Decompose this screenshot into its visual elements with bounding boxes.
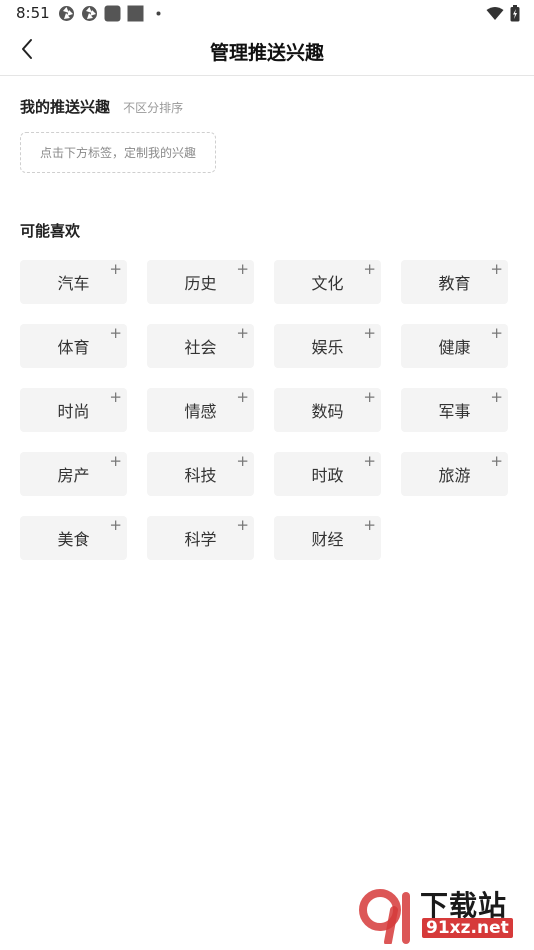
tag-item[interactable]: 财经 +: [274, 516, 381, 560]
tag-item[interactable]: 科学 +: [147, 516, 254, 560]
tag-label: 体育: [57, 338, 90, 357]
tag-item[interactable]: 美食 +: [20, 516, 127, 560]
add-icon: +: [490, 324, 503, 342]
add-icon: +: [490, 452, 503, 470]
add-icon: +: [236, 388, 249, 406]
notification-icons: [58, 5, 167, 22]
battery-icon: [510, 5, 520, 26]
add-icon: +: [109, 388, 122, 406]
add-icon: +: [236, 516, 249, 534]
tag-item[interactable]: 数码 +: [274, 388, 381, 432]
tag-item[interactable]: 汽车 +: [20, 260, 127, 304]
tag-label: 科学: [184, 530, 217, 549]
watermark-logo-icon: [358, 888, 420, 946]
aperture-icon: [81, 5, 98, 22]
add-icon: +: [363, 260, 376, 278]
header: 管理推送兴趣: [0, 28, 534, 76]
aperture-icon: [58, 5, 75, 22]
add-icon: +: [236, 452, 249, 470]
suggestion-tag-grid: 汽车 + 历史 + 文化 + 教育 + 体育 + 社会 + 娱乐 + 健康 + 时尚 + 情感 + …: [20, 260, 510, 560]
tag-label: 旅游: [438, 466, 471, 485]
tag-item[interactable]: 时政 +: [274, 452, 381, 496]
add-icon: +: [363, 388, 376, 406]
watermark: 下载站 91xz.net: [358, 884, 530, 946]
status-time: 8:51: [16, 4, 50, 22]
tag-item[interactable]: 体育 +: [20, 324, 127, 368]
tag-item[interactable]: 娱乐 +: [274, 324, 381, 368]
status-bar: 8:51: [0, 0, 534, 28]
add-icon: +: [363, 452, 376, 470]
page-title: 管理推送兴趣: [209, 42, 324, 64]
wifi-icon: [486, 6, 504, 25]
tag-label: 时政: [311, 466, 344, 485]
add-icon: +: [236, 260, 249, 278]
add-icon: +: [109, 516, 122, 534]
tag-item[interactable]: 文化 +: [274, 260, 381, 304]
tag-label: 情感: [184, 402, 217, 421]
tag-item[interactable]: 军事 +: [401, 388, 508, 432]
tag-label: 房产: [57, 466, 90, 485]
add-icon: +: [109, 260, 122, 278]
tag-label: 财经: [311, 530, 344, 549]
add-icon: +: [109, 452, 122, 470]
tag-item[interactable]: 旅游 +: [401, 452, 508, 496]
add-icon: +: [490, 260, 503, 278]
tag-label: 美食: [57, 530, 90, 549]
tag-label: 健康: [438, 338, 471, 357]
tag-label: 数码: [311, 402, 344, 421]
tag-label: 军事: [438, 402, 471, 421]
tag-item[interactable]: 情感 +: [147, 388, 254, 432]
add-icon: +: [363, 324, 376, 342]
tag-item[interactable]: 科技 +: [147, 452, 254, 496]
tag-label: 时尚: [57, 402, 90, 421]
tag-label: 汽车: [57, 274, 90, 293]
add-icon: +: [109, 324, 122, 342]
tag-label: 文化: [311, 274, 344, 293]
tag-item[interactable]: 房产 +: [20, 452, 127, 496]
tag-item[interactable]: 社会 +: [147, 324, 254, 368]
my-interests-header: 我的推送兴趣 不区分排序: [20, 96, 183, 117]
tag-label: 娱乐: [311, 338, 344, 357]
add-icon: +: [490, 388, 503, 406]
tag-label: 科技: [184, 466, 217, 485]
more-dot-icon: [150, 5, 167, 22]
add-icon: +: [236, 324, 249, 342]
add-icon: +: [363, 516, 376, 534]
my-interests-empty-placeholder: 点击下方标签，定制我的兴趣: [20, 132, 216, 173]
suggestions-title: 可能喜欢: [20, 222, 81, 240]
app-square-icon: [127, 5, 144, 22]
my-interests-hint: 不区分排序: [123, 101, 184, 115]
my-interests-title: 我的推送兴趣: [20, 98, 111, 116]
tag-label: 历史: [184, 274, 217, 293]
app-square-icon: [104, 5, 121, 22]
tag-item[interactable]: 历史 +: [147, 260, 254, 304]
tag-label: 教育: [438, 274, 471, 293]
tag-item[interactable]: 教育 +: [401, 260, 508, 304]
tag-label: 社会: [184, 338, 217, 357]
tag-item[interactable]: 健康 +: [401, 324, 508, 368]
system-icons: [486, 5, 520, 26]
watermark-url: 91xz.net: [422, 918, 513, 938]
tag-item[interactable]: 时尚 +: [20, 388, 127, 432]
